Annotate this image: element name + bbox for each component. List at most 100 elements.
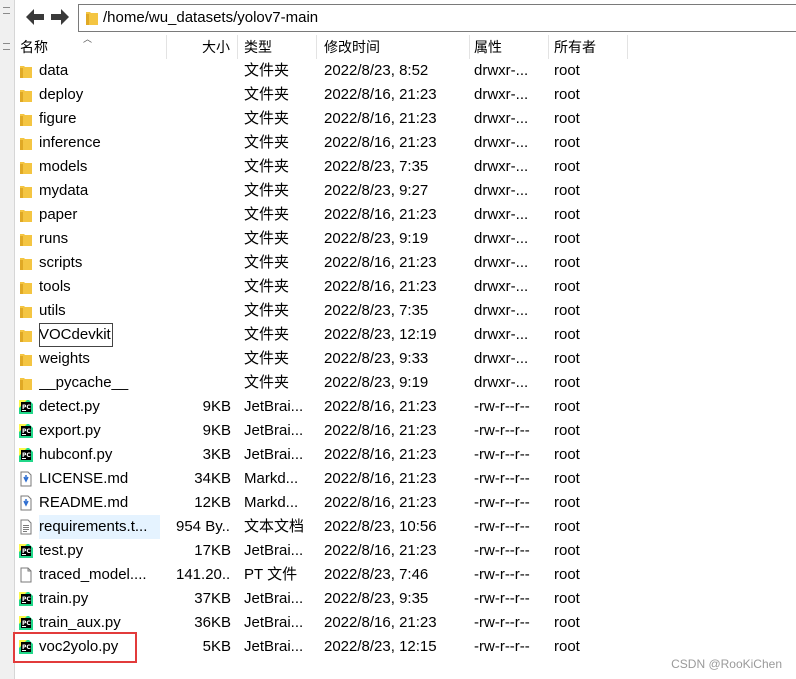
file-modified: 2022/8/16, 21:23 xyxy=(324,542,437,559)
file-row[interactable]: deploy 文件夹 2022/8/16, 21:23 drwxr-... root xyxy=(16,83,628,107)
file-row[interactable]: scripts 文件夹 2022/8/16, 21:23 drwxr-... root xyxy=(16,251,628,275)
file-type: 文件夹 xyxy=(244,302,290,319)
file-size xyxy=(176,59,231,83)
file-row[interactable]: figure 文件夹 2022/8/16, 21:23 drwxr-... root xyxy=(16,107,628,131)
file-size: 37KB xyxy=(194,590,231,607)
file-permissions: drwxr-... xyxy=(474,350,529,367)
file-row[interactable]: LICENSE.md 34KB Markd... 2022/8/16, 21:23 -r… xyxy=(16,467,628,491)
file-row[interactable]: models 文件夹 2022/8/23, 7:35 drwxr-... root xyxy=(16,155,628,179)
file-owner: root xyxy=(554,374,580,391)
column-attributes[interactable]: 属性 xyxy=(474,35,502,59)
path-text: /home/wu_datasets/yolov7-main xyxy=(103,9,319,26)
file-modified: 2022/8/23, 9:35 xyxy=(324,590,429,607)
file-type: 文件夹 xyxy=(244,158,290,175)
forward-arrow-icon[interactable] xyxy=(49,6,71,28)
file-row[interactable]: README.md 12KB Markd... 2022/8/16, 21:23 -rw… xyxy=(16,491,628,515)
file-size: 5KB xyxy=(202,638,231,655)
file-row[interactable]: VOCdevkit 文件夹 2022/8/23, 12:19 drwxr-... roo… xyxy=(16,323,628,347)
folder-icon xyxy=(18,159,34,175)
file-type: 文件夹 xyxy=(244,326,290,343)
file-row[interactable]: traced_model.... 141.20... PT 文件 2022/8/23,… xyxy=(16,563,628,587)
pycharm-file-icon: PC xyxy=(18,591,34,607)
file-modified: 2022/8/16, 21:23 xyxy=(324,254,437,271)
column-type[interactable]: 类型 xyxy=(244,35,272,59)
pycharm-file-icon: PC xyxy=(18,399,34,415)
folder-icon xyxy=(18,207,34,223)
file-modified: 2022/8/16, 21:23 xyxy=(324,278,437,295)
file-type: Markd... xyxy=(244,494,299,511)
file-type: 文件夹 xyxy=(244,278,290,295)
file-name: VOCdevkit xyxy=(39,323,113,347)
column-owner[interactable]: 所有者 xyxy=(554,35,596,59)
blank-file-icon xyxy=(18,567,34,583)
file-row[interactable]: PC test.py 17KB JetBrai... 2022/8/16, 21:23 -… xyxy=(16,539,628,563)
file-name: detect.py xyxy=(39,398,100,415)
file-permissions: -rw-r--r-- xyxy=(474,494,530,511)
pycharm-file-icon: PC xyxy=(18,615,34,631)
file-row[interactable]: PC hubconf.py 3KB JetBrai... 2022/8/16, 21:2… xyxy=(16,443,628,467)
file-permissions: drwxr-... xyxy=(474,182,529,199)
file-row[interactable]: PC export.py 9KB JetBrai... 2022/8/16, 21:23… xyxy=(16,419,628,443)
file-owner: root xyxy=(554,62,580,79)
file-modified: 2022/8/23, 7:35 xyxy=(324,302,429,319)
file-owner: root xyxy=(554,254,580,271)
file-size xyxy=(176,251,231,275)
file-type: JetBrai... xyxy=(244,422,304,439)
file-size xyxy=(176,155,231,179)
column-size[interactable]: 大小 xyxy=(202,35,230,59)
folder-icon xyxy=(18,231,34,247)
file-owner: root xyxy=(554,182,580,199)
file-row[interactable]: paper 文件夹 2022/8/16, 21:23 drwxr-... root xyxy=(16,203,628,227)
file-type: PT 文件 xyxy=(244,566,298,583)
file-name: utils xyxy=(39,302,66,319)
file-name: traced_model.... xyxy=(39,566,147,583)
file-permissions: drwxr-... xyxy=(474,158,529,175)
file-row[interactable]: PC detect.py 9KB JetBrai... 2022/8/16, 21:23… xyxy=(16,395,628,419)
file-row[interactable]: __pycache__ 文件夹 2022/8/23, 9:19 drwxr-... ro… xyxy=(16,371,628,395)
file-size: 141.20... xyxy=(176,566,231,583)
file-size xyxy=(176,179,231,203)
file-row[interactable]: mydata 文件夹 2022/8/23, 9:27 drwxr-... root xyxy=(16,179,628,203)
file-permissions: drwxr-... xyxy=(474,254,529,271)
file-permissions: drwxr-... xyxy=(474,62,529,79)
folder-icon xyxy=(18,135,34,151)
file-owner: root xyxy=(554,494,580,511)
file-size: 12KB xyxy=(194,494,231,511)
file-size xyxy=(176,299,231,323)
file-row[interactable]: runs 文件夹 2022/8/23, 9:19 drwxr-... root xyxy=(16,227,628,251)
file-modified: 2022/8/23, 9:33 xyxy=(324,350,429,367)
file-type: 文件夹 xyxy=(244,182,290,199)
file-row[interactable]: data 文件夹 2022/8/23, 8:52 drwxr-... root xyxy=(16,59,628,83)
file-modified: 2022/8/16, 21:23 xyxy=(324,446,437,463)
folder-icon xyxy=(18,255,34,271)
file-name: models xyxy=(39,158,88,175)
column-header: 名称 ︿ 大小 类型 修改时间 属性 所有者 xyxy=(16,34,628,59)
file-size: 954 By... xyxy=(176,518,231,535)
column-name[interactable]: 名称 xyxy=(20,35,48,59)
path-input[interactable]: /home/wu_datasets/yolov7-main xyxy=(78,4,796,32)
file-permissions: -rw-r--r-- xyxy=(474,422,530,439)
svg-text:PC: PC xyxy=(22,596,31,603)
file-row[interactable]: inference 文件夹 2022/8/16, 21:23 drwxr-... roo… xyxy=(16,131,628,155)
svg-text:PC: PC xyxy=(22,620,31,627)
file-row[interactable]: PC train.py 37KB JetBrai... 2022/8/23, 9:35 -… xyxy=(16,587,628,611)
markdown-file-icon xyxy=(18,471,34,487)
file-row[interactable]: weights 文件夹 2022/8/23, 9:33 drwxr-... root xyxy=(16,347,628,371)
file-row[interactable]: utils 文件夹 2022/8/23, 7:35 drwxr-... root xyxy=(16,299,628,323)
file-owner: root xyxy=(554,134,580,151)
file-modified: 2022/8/16, 21:23 xyxy=(324,398,437,415)
file-type: 文件夹 xyxy=(244,350,290,367)
file-owner: root xyxy=(554,446,580,463)
file-permissions: drwxr-... xyxy=(474,86,529,103)
highlight-annotation xyxy=(13,632,137,663)
folder-icon xyxy=(18,351,34,367)
file-row[interactable]: tools 文件夹 2022/8/16, 21:23 drwxr-... root xyxy=(16,275,628,299)
column-modified[interactable]: 修改时间 xyxy=(324,35,380,59)
file-permissions: -rw-r--r-- xyxy=(474,470,530,487)
file-permissions: -rw-r--r-- xyxy=(474,590,530,607)
back-arrow-icon[interactable] xyxy=(24,6,46,28)
file-row[interactable]: requirements.t... 954 By... 文本文档 2022/8/23,… xyxy=(16,515,628,539)
file-type: 文件夹 xyxy=(244,86,290,103)
svg-text:PC: PC xyxy=(22,548,31,555)
file-size: 9KB xyxy=(202,422,231,439)
